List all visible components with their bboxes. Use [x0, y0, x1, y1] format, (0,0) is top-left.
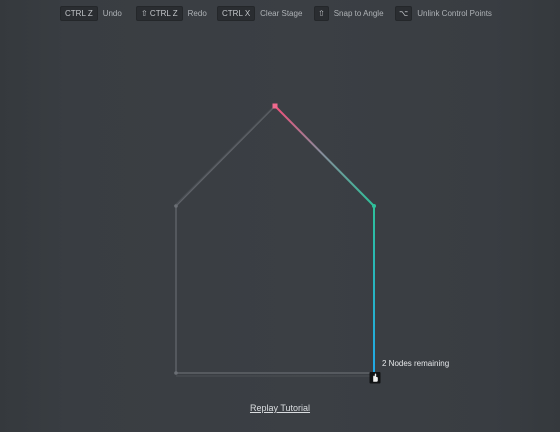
replay-tutorial-link[interactable]: Replay Tutorial [250, 403, 310, 413]
drawn-path [274, 105, 375, 373]
start-node[interactable] [272, 103, 278, 109]
guide-node-bottom-left[interactable] [174, 371, 178, 375]
guide-outline [173, 105, 375, 377]
nodes-remaining-label: 2 Nodes remaining [382, 359, 450, 368]
guide-node-left-eave[interactable] [174, 204, 178, 208]
guide-path [175, 105, 374, 374]
replay-tutorial-link-wrapper: Replay Tutorial [0, 403, 560, 413]
drawn-roof-segment [274, 105, 375, 207]
drawing-stage[interactable]: CTRL Z Undo ⇧ CTRL Z Redo CTRL X Clear S… [0, 0, 560, 432]
drawing-canvas[interactable] [0, 0, 560, 432]
hand-cursor-icon [369, 372, 381, 384]
corner-node[interactable] [372, 204, 376, 208]
guide-roof-left-shadow [173, 107, 273, 207]
